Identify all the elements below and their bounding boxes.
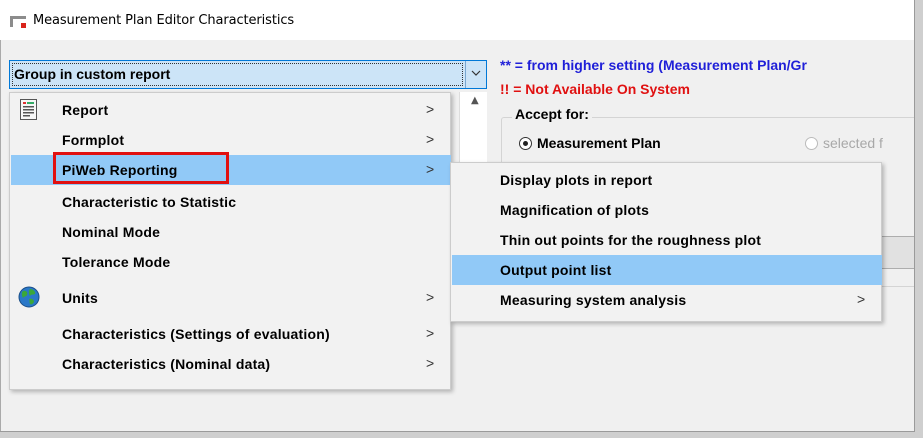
not-available-note: !! = Not Available On System [500, 81, 690, 97]
menu-item-label: Formplot [62, 132, 125, 148]
radio-unchecked-icon [805, 137, 818, 150]
menu-item-report[interactable]: Report > [11, 95, 451, 125]
submenu-item-label: Display plots in report [500, 172, 653, 188]
chevron-right-icon: > [426, 325, 435, 341]
accept-for-label: Accept for: [512, 106, 592, 122]
chevron-right-icon: > [426, 355, 435, 371]
menu-item-formplot[interactable]: Formplot > [11, 125, 451, 155]
menu-item-label: Report [62, 102, 109, 118]
scroll-up-icon[interactable]: ▲ [471, 95, 479, 106]
submenu-item-label: Output point list [500, 262, 612, 278]
submenu-item-label: Magnification of plots [500, 202, 650, 218]
menu-item-label: Characteristics (Nominal data) [62, 356, 271, 372]
menu-item-characteristics-settings[interactable]: Characteristics (Settings of evaluation)… [11, 319, 451, 349]
menu-item-label: Tolerance Mode [62, 254, 171, 270]
chevron-down-icon [471, 70, 481, 76]
submenu-item-output-point-list[interactable]: Output point list [452, 255, 882, 285]
menu-item-nominal-mode[interactable]: Nominal Mode [11, 217, 451, 247]
title-bar: Measurement Plan Editor Characteristics [0, 0, 914, 40]
menu-item-piweb-reporting[interactable]: PiWeb Reporting > [11, 152, 451, 185]
report-icon [20, 99, 37, 120]
globe-icon [18, 286, 40, 308]
radio-selected-label: selected f [823, 135, 883, 151]
combo-dropdown-button[interactable] [465, 61, 486, 88]
menu-item-units[interactable]: Units > [11, 283, 451, 313]
menu-item-characteristic-to-statistic[interactable]: Characteristic to Statistic [11, 187, 451, 217]
menu-item-characteristics-nominal[interactable]: Characteristics (Nominal data) > [11, 349, 451, 379]
menu-item-label: PiWeb Reporting [62, 162, 178, 178]
combo-selected-value: Group in custom report [14, 66, 171, 82]
submenu-item-label: Thin out points for the roughness plot [500, 232, 762, 248]
menu-item-label: Characteristic to Statistic [62, 194, 237, 210]
menu-item-tolerance-mode[interactable]: Tolerance Mode [11, 247, 451, 277]
submenu-item-display-plots[interactable]: Display plots in report [452, 165, 882, 195]
chevron-right-icon: > [426, 161, 435, 177]
radio-measurement-plan[interactable]: Measurement Plan [519, 135, 661, 151]
context-menu: Report > Formplot > PiWeb Reporting > Ch… [9, 92, 451, 390]
window-title: Measurement Plan Editor Characteristics [33, 13, 295, 28]
group-combobox[interactable]: Group in custom report [9, 60, 487, 89]
chevron-right-icon: > [426, 289, 435, 305]
submenu-item-thin-out-points[interactable]: Thin out points for the roughness plot [452, 225, 882, 255]
menu-item-label: Characteristics (Settings of evaluation) [62, 326, 330, 342]
app-icon [10, 16, 28, 29]
radio-selected[interactable]: selected f [805, 135, 883, 151]
piweb-submenu: Display plots in report Magnification of… [450, 162, 882, 322]
inherited-note: ** = from higher setting (Measurement Pl… [500, 57, 807, 73]
main-window: Measurement Plan Editor Characteristics … [0, 0, 915, 432]
background-button[interactable] [881, 236, 914, 269]
radio-checked-icon [519, 137, 532, 150]
chevron-right-icon: > [426, 131, 435, 147]
menu-item-label: Units [62, 290, 98, 306]
submenu-item-magnification[interactable]: Magnification of plots [452, 195, 882, 225]
chevron-right-icon: > [426, 101, 435, 117]
submenu-item-measuring-system-analysis[interactable]: Measuring system analysis > [452, 285, 882, 315]
editor-content: Group in custom report ** = from higher … [0, 40, 914, 431]
chevron-right-icon: > [857, 291, 866, 307]
submenu-item-label: Measuring system analysis [500, 292, 687, 308]
radio-measurement-plan-label: Measurement Plan [537, 135, 661, 151]
menu-item-label: Nominal Mode [62, 224, 161, 240]
